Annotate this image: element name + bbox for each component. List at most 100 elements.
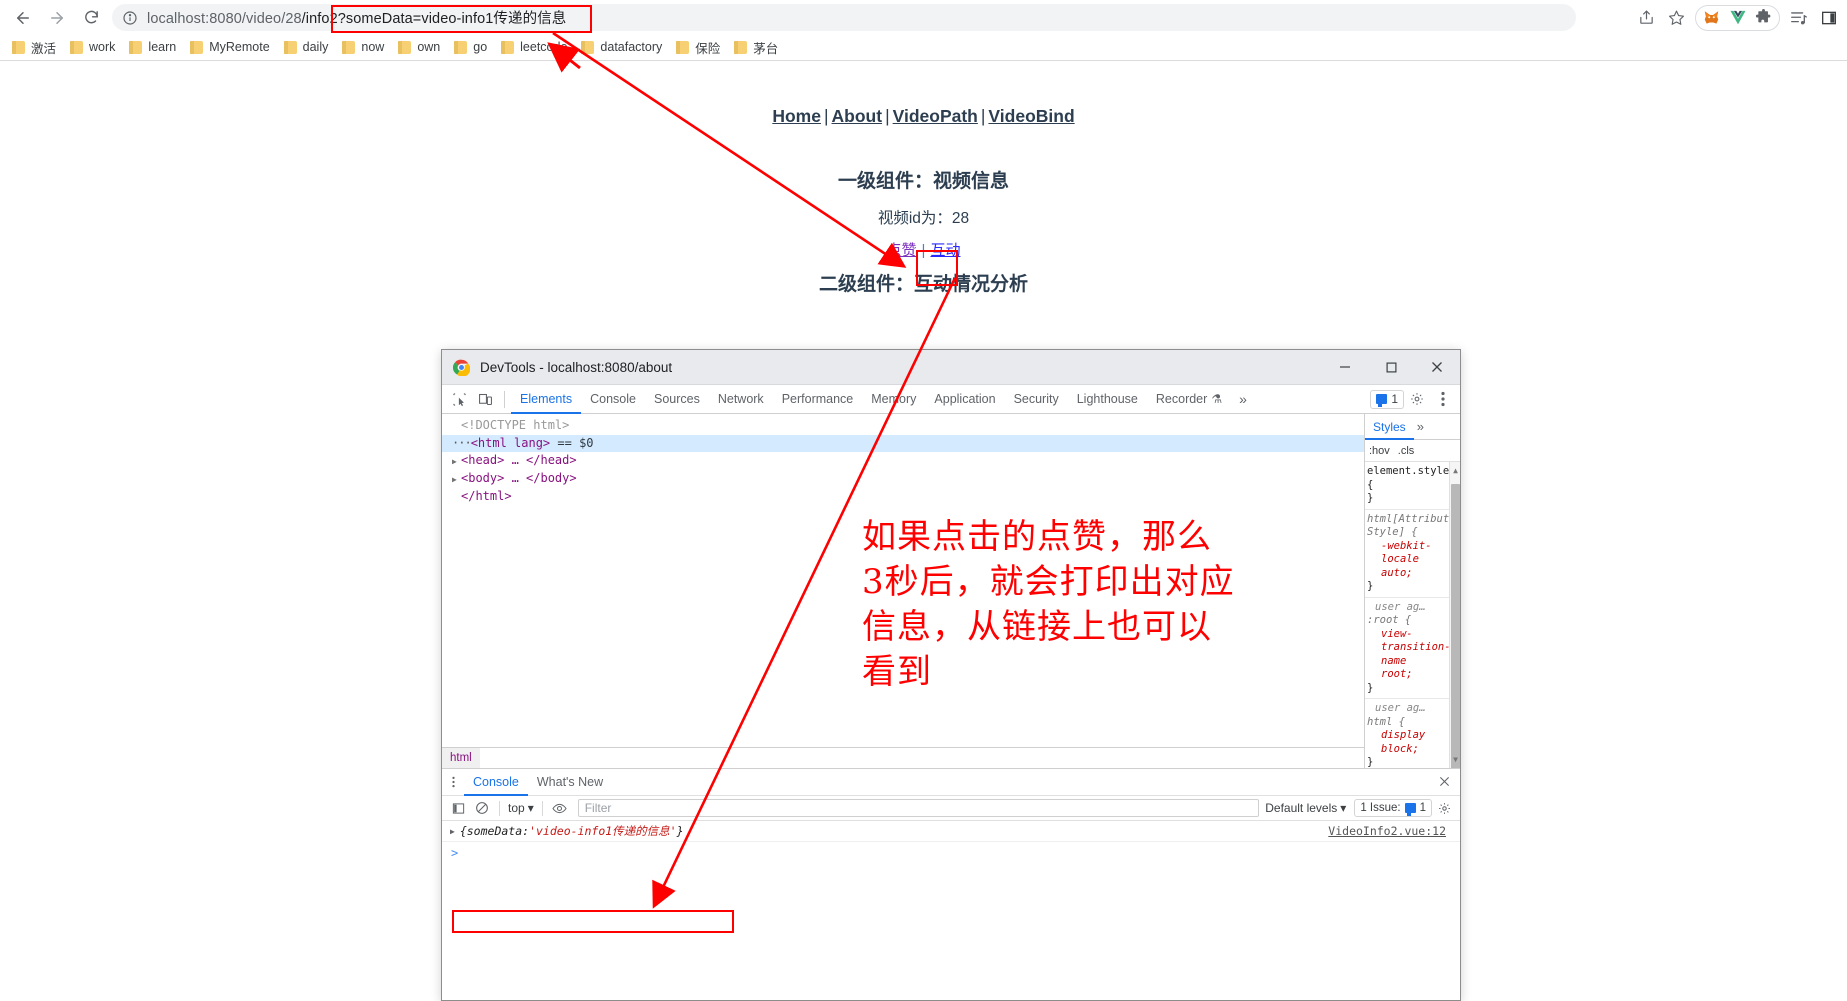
console-sidebar-toggle-icon[interactable] — [446, 796, 470, 820]
drawer-tab-whats-new[interactable]: What's New — [528, 769, 612, 796]
expand-triangle-icon[interactable]: ▶ — [450, 827, 455, 836]
bookmark-item[interactable]: work — [66, 38, 123, 56]
bookmark-item[interactable]: datafactory — [577, 38, 670, 56]
devtools-tab-sources[interactable]: Sources — [645, 385, 709, 414]
vue-devtools-extension-icon[interactable] — [1725, 5, 1750, 30]
close-button[interactable] — [1414, 350, 1460, 385]
devtools-tab-network[interactable]: Network — [709, 385, 773, 414]
styles-rules-scroll[interactable]: element.style { } html[Attributes Style]… — [1365, 462, 1460, 768]
bookmark-item[interactable]: go — [450, 38, 495, 56]
style-source: user ag… — [1375, 600, 1426, 613]
style-prop-name[interactable]: view-transition-name — [1367, 628, 1456, 669]
style-prop-name[interactable]: display — [1367, 729, 1456, 743]
console-toolbar: top ▾ Filter Default levels ▾ 1 Issue: 1 — [442, 796, 1460, 821]
clear-console-icon[interactable] — [470, 796, 494, 820]
styles-tab[interactable]: Styles — [1365, 414, 1414, 440]
settings-gear-icon[interactable] — [1404, 386, 1430, 412]
style-prop-value[interactable]: block; — [1367, 743, 1456, 757]
like-link[interactable]: 点赞 — [887, 242, 917, 259]
devtools-tab-console[interactable]: Console — [581, 385, 645, 414]
console-issues-badge[interactable]: 1 Issue: 1 — [1354, 799, 1432, 817]
console-settings-gear-icon[interactable] — [1432, 796, 1456, 820]
scrollbar-thumb[interactable] — [1451, 484, 1460, 768]
kebab-menu-icon[interactable] — [1430, 386, 1456, 412]
drawer-close-button[interactable] — [1439, 775, 1460, 790]
bookmark-item[interactable]: learn — [125, 38, 184, 56]
bookmark-item[interactable]: 激活 — [8, 36, 64, 59]
live-expression-eye-icon[interactable] — [548, 796, 572, 820]
style-prop-value[interactable]: auto; — [1367, 567, 1456, 581]
console-prompt-row[interactable]: > — [442, 842, 1460, 863]
style-rule: user ag… :root { view-transition-name ro… — [1365, 598, 1460, 699]
metamask-extension-icon[interactable] — [1699, 5, 1724, 30]
bookmark-star-icon[interactable] — [1662, 4, 1690, 32]
nav-link-about[interactable]: About — [832, 106, 883, 126]
styles-scrollbar[interactable]: ▲ ▼ — [1449, 462, 1460, 768]
style-prop-value[interactable]: root; — [1367, 668, 1456, 682]
dom-tree[interactable]: <!DOCTYPE html> ···<html lang> == $0 ▶ <h… — [442, 414, 1364, 747]
back-button[interactable] — [8, 3, 38, 33]
more-tabs-chevron-icon[interactable]: » — [1231, 391, 1255, 407]
breadcrumb-html[interactable]: html — [442, 747, 480, 769]
interact-link[interactable]: 互动 — [930, 242, 960, 259]
bookmark-label: datafactory — [600, 40, 663, 54]
devtools-tab-elements[interactable]: Elements — [511, 385, 581, 414]
expand-triangle-icon[interactable]: ▶ — [452, 453, 461, 470]
execution-context-select[interactable]: top ▾ — [505, 801, 537, 815]
html-tag: <html lang> — [470, 436, 551, 450]
bookmark-item[interactable]: leetcode — [497, 38, 575, 56]
dom-line-html-open[interactable]: ···<html lang> == $0 — [442, 435, 1364, 452]
inspect-element-icon[interactable] — [446, 386, 472, 412]
drawer-tab-console[interactable]: Console — [464, 769, 528, 796]
dom-line-html-close: </html> — [442, 488, 1364, 506]
scroll-up-arrow-icon[interactable]: ▲ — [1451, 464, 1460, 478]
devtools-tab-application[interactable]: Application — [925, 385, 1004, 414]
maximize-button[interactable] — [1368, 350, 1414, 385]
hov-filter[interactable]: :hov — [1369, 445, 1390, 457]
nav-link-videopath[interactable]: VideoPath — [893, 106, 978, 126]
log-levels-select[interactable]: Default levels ▾ — [1265, 801, 1346, 815]
share-icon[interactable] — [1632, 4, 1660, 32]
scroll-down-arrow-icon[interactable]: ▼ — [1451, 753, 1460, 767]
style-prop-name[interactable]: -webkit-locale — [1367, 540, 1456, 567]
issues-badge[interactable]: 1 — [1370, 389, 1404, 409]
bookmark-item[interactable]: now — [338, 38, 392, 56]
devtools-tab-recorder[interactable]: Recorder ⚗ — [1147, 385, 1231, 414]
minimize-button[interactable] — [1322, 350, 1368, 385]
bookmark-item[interactable]: MyRemote — [186, 38, 277, 56]
style-selector: html[Attributes Style] { — [1367, 512, 1460, 539]
site-info-icon[interactable] — [122, 10, 138, 26]
bookmark-item[interactable]: own — [394, 38, 448, 56]
style-close-brace: } — [1367, 580, 1374, 592]
dom-line-head[interactable]: ▶ <head> … </head> — [442, 452, 1364, 470]
reading-list-icon[interactable] — [1785, 4, 1813, 32]
drawer-kebab-icon[interactable] — [442, 775, 464, 789]
nav-link-videobind[interactable]: VideoBind — [988, 106, 1074, 126]
expand-triangle-icon[interactable]: ▶ — [452, 471, 461, 488]
minimize-icon — [1340, 366, 1350, 368]
cls-filter[interactable]: .cls — [1398, 445, 1415, 457]
console-filter-input[interactable]: Filter — [577, 799, 1260, 817]
log-string-value: 'video-info1传递的信息' — [529, 824, 677, 838]
devtools-tab-memory[interactable]: Memory — [862, 385, 925, 414]
nav-link-home[interactable]: Home — [772, 106, 821, 126]
console-output[interactable]: ▶ {someData: 'video-info1传递的信息' } VideoI… — [442, 821, 1460, 1000]
bookmark-item[interactable]: 茅台 — [730, 36, 786, 59]
devtools-titlebar[interactable]: DevTools - localhost:8080/about — [442, 350, 1460, 385]
toolbar-divider — [541, 800, 543, 816]
forward-button[interactable] — [42, 3, 72, 33]
devtools-tab-performance[interactable]: Performance — [773, 385, 863, 414]
bookmark-item[interactable]: 保险 — [672, 36, 728, 59]
log-source-link[interactable]: VideoInfo2.vue:12 — [1328, 824, 1460, 838]
extensions-puzzle-icon[interactable] — [1751, 5, 1776, 30]
address-bar[interactable]: localhost:8080/video/28/info2?someData=v… — [112, 4, 1576, 31]
devtools-tab-lighthouse[interactable]: Lighthouse — [1068, 385, 1147, 414]
side-panel-icon[interactable] — [1815, 4, 1843, 32]
reload-button[interactable] — [76, 3, 106, 33]
dom-line-body[interactable]: ▶ <body> … </body> — [442, 470, 1364, 488]
device-toolbar-icon[interactable] — [472, 386, 498, 412]
console-log-row[interactable]: ▶ {someData: 'video-info1传递的信息' } VideoI… — [442, 821, 1460, 842]
styles-more-chevron-icon[interactable]: » — [1414, 419, 1424, 434]
bookmark-item[interactable]: daily — [280, 38, 337, 56]
devtools-tab-security[interactable]: Security — [1005, 385, 1068, 414]
